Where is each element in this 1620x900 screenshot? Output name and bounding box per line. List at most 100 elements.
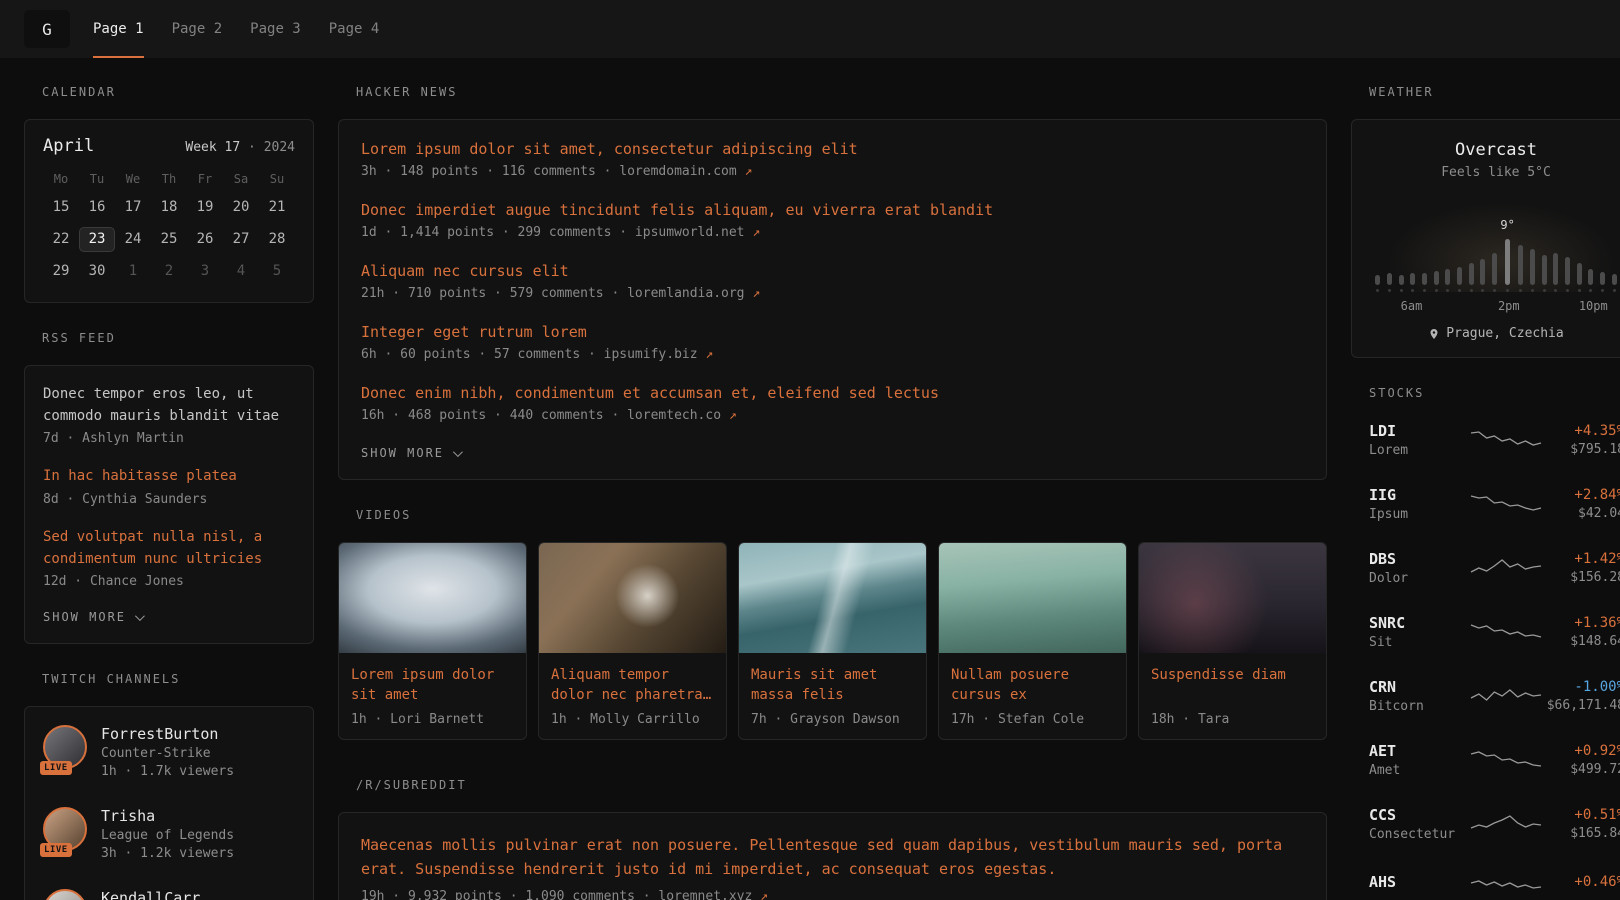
subreddit-widget: Maecenas mollis pulvinar erat non posuer… [338,812,1327,900]
channel-meta: 1h · 1.7k viewers [101,764,234,779]
weather-bar-chart: 9° [1368,196,1620,292]
stock-row[interactable]: AHS +0.46% [1351,870,1620,896]
location-pin-icon [1428,328,1440,340]
external-link-icon[interactable]: ↗ [760,889,768,900]
stock-values: +1.42% $156.28 [1570,551,1620,585]
rss-item-meta: 12d · Chance Jones [43,574,295,589]
calendar-day-header: Fr [187,168,223,188]
stock-values: +0.92% $499.72 [1570,743,1620,777]
external-link-icon[interactable]: ↗ [705,347,713,362]
video-card[interactable]: Mauris sit amet massa felis 7h · Grayson… [738,542,927,740]
rss-item: In hac habitasse platea 8d · Cynthia Sau… [43,466,295,507]
tab-page-3[interactable]: Page 3 [236,0,315,58]
stock-row[interactable]: LDI Lorem +4.35% $795.18 [1351,422,1620,458]
video-meta: 17h · Stefan Cole [951,712,1114,727]
show-more-label: SHOW MORE [361,446,444,460]
weather-condition: Overcast [1368,140,1620,160]
hn-item-title[interactable]: Aliquam nec cursus elit [361,262,1304,280]
live-badge: LIVE [40,761,72,775]
external-link-icon[interactable]: ↗ [752,286,760,301]
stock-values: +4.35% $795.18 [1570,423,1620,457]
external-link-icon[interactable]: ↗ [745,164,753,179]
calendar-date: 27 [223,227,259,252]
video-card[interactable]: Nullam posuere cursus ex 17h · Stefan Co… [938,542,1127,740]
hn-item: Lorem ipsum dolor sit amet, consectetur … [361,140,1304,179]
channel-avatar [43,889,87,900]
rss-item-title[interactable]: Sed volutpat nulla nisl, a condimentum n… [43,527,295,570]
rss-item-meta: 7d · Ashlyn Martin [43,431,295,446]
rss-show-more-button[interactable]: SHOW MORE [43,610,142,624]
external-link-icon[interactable]: ↗ [729,408,737,423]
rss-item-title[interactable]: In hac habitasse platea [43,466,295,488]
stock-name: Ipsum [1369,507,1469,522]
stock-change: +0.46% [1574,874,1620,890]
weather-time: 10pm [1579,299,1608,313]
calendar-date: 24 [115,227,151,252]
subreddit-post-title[interactable]: Maecenas mollis pulvinar erat non posuer… [361,833,1304,881]
twitch-channel[interactable]: KendallCarr [43,889,295,900]
video-title: Nullam posuere cursus ex [951,665,1114,706]
twitch-widget: LIVE ForrestBurton Counter-Strike 1h · 1… [24,706,314,900]
app-logo[interactable]: G [24,10,70,48]
calendar-header: April Week 17 · 2024 [43,136,295,156]
stock-row[interactable]: IIG Ipsum +2.84% $42.04 [1351,486,1620,522]
hn-item-meta: 1d · 1,414 points · 299 comments · ipsum… [361,225,1304,240]
hn-item-meta-text: 3h · 148 points · 116 comments · loremdo… [361,164,737,179]
stock-id: DBS Dolor [1369,550,1469,586]
stock-values: +1.36% $148.64 [1570,615,1620,649]
calendar-date-next-month: 4 [223,259,259,284]
channel-game: Counter-Strike [101,746,234,761]
video-info: Lorem ipsum dolor sit amet consectetu… 1… [339,653,526,739]
video-card[interactable]: Lorem ipsum dolor sit amet consectetu… 1… [338,542,527,740]
stock-row[interactable]: DBS Dolor +1.42% $156.28 [1351,550,1620,586]
calendar-week-year: Week 17 · 2024 [185,140,295,155]
stock-row[interactable]: CRN Bitcorn -1.00% $66,171.48 [1351,678,1620,714]
hn-item-meta-text: 16h · 468 points · 440 comments · loremt… [361,408,721,423]
stock-symbol: CCS [1369,806,1469,824]
stock-sparkline [1469,747,1543,773]
stock-change: +0.92% [1570,743,1620,759]
hn-item: Aliquam nec cursus elit 21h · 710 points… [361,262,1304,301]
rss-item-title[interactable]: Donec tempor eros leo, ut commodo mauris… [43,384,295,427]
hackernews-widget: Lorem ipsum dolor sit amet, consectetur … [338,119,1327,480]
avatar: LIVE [43,807,87,851]
hn-item-title[interactable]: Donec imperdiet augue tincidunt felis al… [361,201,1304,219]
stock-price: $165.84 [1570,826,1620,841]
stock-row[interactable]: AET Amet +0.92% $499.72 [1351,742,1620,778]
calendar-date: 21 [259,195,295,220]
stock-row[interactable]: CCS Consectetur +0.51% $165.84 [1351,806,1620,842]
hn-item-title[interactable]: Donec enim nibh, condimentum et accumsan… [361,384,1304,402]
video-info: Mauris sit amet massa felis 7h · Grayson… [739,653,926,739]
stock-price: $156.28 [1570,570,1620,585]
external-link-icon[interactable]: ↗ [752,225,760,240]
video-meta: 18h · Tara [1151,712,1314,727]
video-card[interactable]: Aliquam tempor dolor nec pharetra… 1h · … [538,542,727,740]
rss-item: Sed volutpat nulla nisl, a condimentum n… [43,527,295,589]
twitch-channel[interactable]: LIVE Trisha League of Legends 3h · 1.2k … [43,807,295,861]
stock-change: +0.51% [1570,807,1620,823]
weather-feels-like: Feels like 5°C [1368,165,1620,180]
hn-item-title[interactable]: Integer eget rutrum lorem [361,323,1304,341]
dashboard: CALENDAR April Week 17 · 2024 Mo Tu We T… [0,58,1620,900]
hackernews-show-more-button[interactable]: SHOW MORE [361,446,460,460]
stock-row[interactable]: SNRC Sit +1.36% $148.64 [1351,614,1620,650]
stock-sparkline [1469,619,1543,645]
stock-price: $148.64 [1570,634,1620,649]
tab-page-4[interactable]: Page 4 [315,0,394,58]
calendar-date: 22 [43,227,79,252]
stock-values: -1.00% $66,171.48 [1547,679,1620,713]
calendar-month: April [43,136,94,156]
twitch-channel[interactable]: LIVE ForrestBurton Counter-Strike 1h · 1… [43,725,295,779]
stocks-widget: LDI Lorem +4.35% $795.18 IIG Ipsum +2.84… [1351,420,1620,896]
calendar-grid: Mo Tu We Th Fr Sa Su 15 16 17 18 19 20 2… [43,168,295,284]
hn-item-meta-text: 6h · 60 points · 57 comments · ipsumify.… [361,347,698,362]
tab-page-2[interactable]: Page 2 [158,0,237,58]
video-card[interactable]: Suspendisse diam 18h · Tara [1138,542,1327,740]
stock-change: -1.00% [1547,679,1620,695]
tab-page-1[interactable]: Page 1 [79,0,158,58]
stock-id: AHS [1369,873,1469,894]
rss-widget: Donec tempor eros leo, ut commodo mauris… [24,365,314,644]
weather-peak-temp: 9° [1500,218,1514,232]
stocks-section-title: STOCKS [1351,386,1620,400]
hn-item-title[interactable]: Lorem ipsum dolor sit amet, consectetur … [361,140,1304,158]
